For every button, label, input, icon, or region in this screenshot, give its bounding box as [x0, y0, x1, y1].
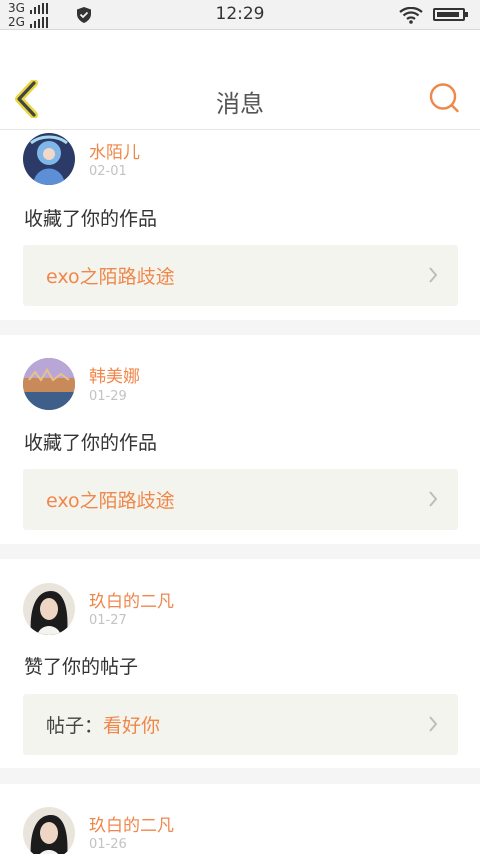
top-navigation-bar: 消息 — [0, 30, 480, 130]
chevron-right-icon — [429, 267, 438, 283]
message-date: 01-26 — [89, 837, 127, 852]
message-item: 水陌儿 02-01 收藏了你的作品 exo之陌路歧途 — [0, 130, 480, 320]
message-date: 02-01 — [89, 164, 127, 179]
avatar[interactable] — [23, 583, 75, 635]
message-action-text: 赞了你的帖子 — [24, 656, 139, 678]
message-action-text: 收藏了你的作品 — [24, 208, 158, 230]
battery-icon — [433, 8, 468, 21]
username[interactable]: 玖白的二凡 — [89, 811, 174, 836]
avatar[interactable] — [23, 133, 75, 185]
message-item: 玖白的二凡 01-27 赞了你的帖子 帖子：看好你 — [0, 559, 480, 768]
message-item: 玖白的二凡 01-26 — [0, 784, 480, 854]
avatar[interactable] — [23, 807, 75, 854]
page-title: 消息 — [216, 90, 264, 118]
username[interactable]: 韩美娜 — [89, 362, 140, 387]
message-list[interactable]: 水陌儿 02-01 收藏了你的作品 exo之陌路歧途 韩美娜 01-29 收藏了… — [0, 130, 480, 854]
username[interactable]: 玖白的二凡 — [89, 587, 174, 612]
work-link-card[interactable]: exo之陌路歧途 — [23, 245, 458, 306]
message-date: 01-29 — [89, 389, 127, 404]
username[interactable]: 水陌儿 — [89, 138, 140, 163]
message-action-text: 收藏了你的作品 — [24, 432, 158, 454]
avatar[interactable] — [23, 358, 75, 410]
status-bar: 3G 2G 12:29 — [0, 0, 480, 30]
work-title: exo之陌路歧途 — [46, 266, 175, 288]
work-title: exo之陌路歧途 — [46, 490, 175, 512]
message-date: 01-27 — [89, 613, 127, 628]
message-item: 韩美娜 01-29 收藏了你的作品 exo之陌路歧途 — [0, 335, 480, 544]
post-link-card[interactable]: 帖子：看好你 — [23, 694, 458, 755]
post-title: 帖子：看好你 — [46, 715, 161, 737]
search-icon[interactable] — [428, 82, 460, 114]
chevron-right-icon — [429, 491, 438, 507]
work-link-card[interactable]: exo之陌路歧途 — [23, 469, 458, 530]
chevron-right-icon — [429, 716, 438, 732]
wifi-icon — [399, 7, 423, 24]
